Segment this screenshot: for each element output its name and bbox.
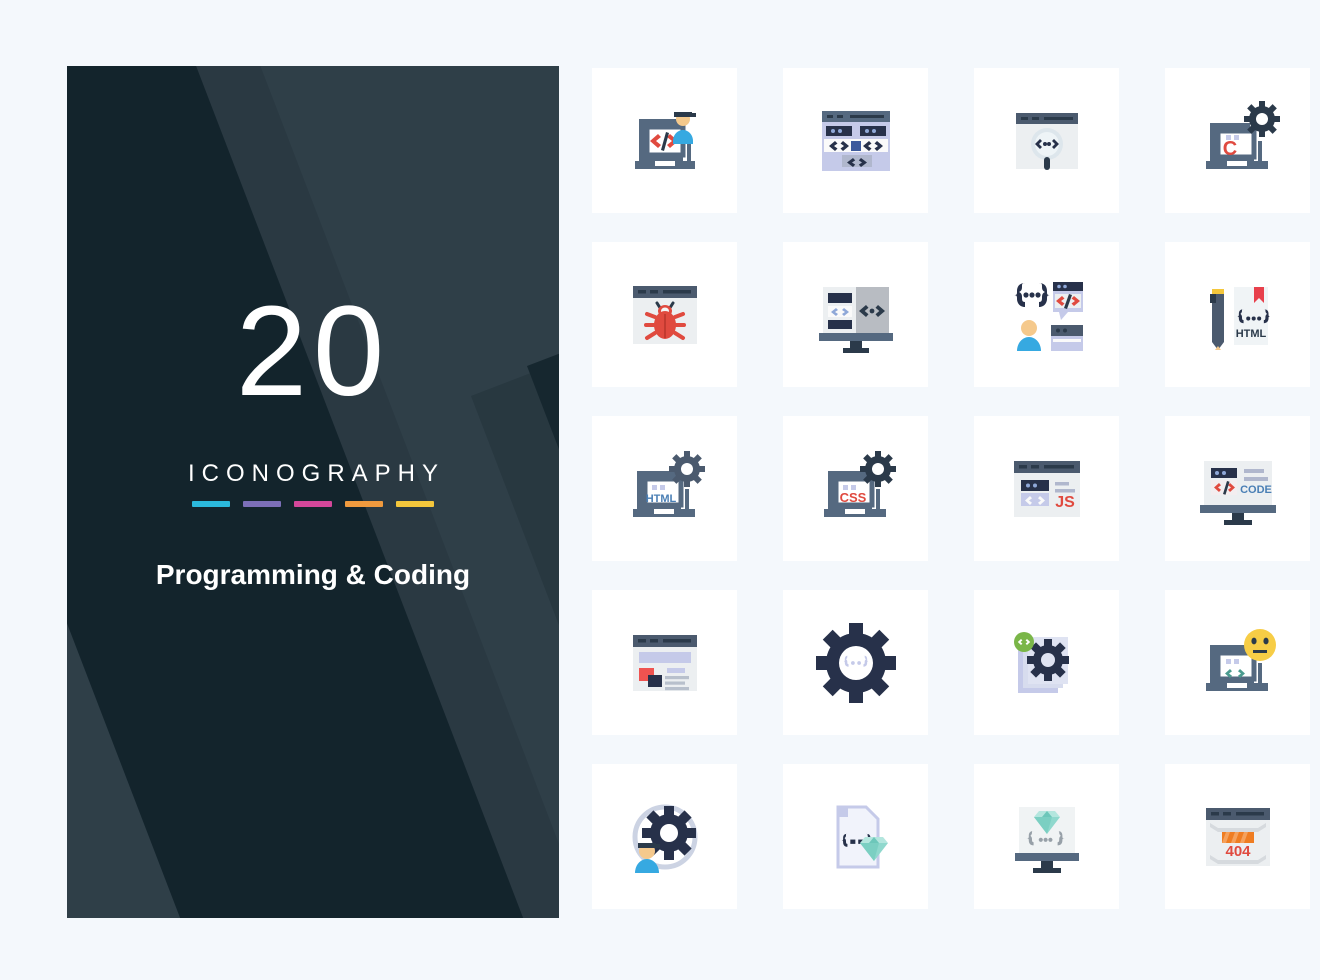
developer-code-chat-icon [999, 267, 1095, 363]
icon-card-17[interactable] [592, 764, 737, 909]
browser-404-error-icon: 404 [1190, 789, 1286, 885]
icon-card-16[interactable] [1165, 590, 1310, 735]
icon-card-18[interactable] [783, 764, 928, 909]
icon-text-c: C [1222, 138, 1236, 160]
laptop-code-student-icon [617, 93, 713, 189]
icon-grid: C HTML HTML CSS JS CODE 404 [592, 68, 1310, 909]
icon-text-js: JS [1055, 494, 1075, 511]
developer-gear-icon [617, 789, 713, 885]
accent-bar-cyan [192, 501, 230, 507]
accent-bar-purple [243, 501, 281, 507]
laptop-code-emoji-icon [1190, 615, 1286, 711]
icon-card-19[interactable] [974, 764, 1119, 909]
icon-card-9[interactable]: HTML [592, 416, 737, 561]
accent-bar-group [192, 501, 434, 507]
gear-code-icon [808, 615, 904, 711]
icon-card-1[interactable] [592, 68, 737, 213]
accent-bar-magenta [294, 501, 332, 507]
iconography-label: ICONOGRAPHY [187, 460, 446, 487]
browser-code-search-icon [999, 93, 1095, 189]
icon-card-6[interactable] [783, 242, 928, 387]
icon-text-404: 404 [1225, 843, 1251, 860]
icon-text-code: CODE [1240, 484, 1272, 496]
poster-page: 20 ICONOGRAPHY Programming & Coding C HT… [0, 0, 1320, 980]
browser-code-blocks-icon [808, 93, 904, 189]
icon-text-css: CSS [839, 490, 866, 505]
icon-card-15[interactable] [974, 590, 1119, 735]
icon-card-4[interactable]: C [1165, 68, 1310, 213]
accent-bar-yellow [396, 501, 434, 507]
icon-card-5[interactable] [592, 242, 737, 387]
monitor-code-split-icon [808, 267, 904, 363]
icon-text-html: HTML [645, 493, 676, 505]
icon-card-10[interactable]: CSS [783, 416, 928, 561]
monitor-code-screen-icon: CODE [1190, 441, 1286, 537]
accent-bar-orange [345, 501, 383, 507]
icon-card-3[interactable] [974, 68, 1119, 213]
icon-card-13[interactable] [592, 590, 737, 735]
laptop-html-gear-icon: HTML [617, 441, 713, 537]
documents-gear-icon [999, 615, 1095, 711]
icon-card-11[interactable]: JS [974, 416, 1119, 561]
icon-card-8[interactable]: HTML [1165, 242, 1310, 387]
icon-card-14[interactable] [783, 590, 928, 735]
browser-webpage-layout-icon [617, 615, 713, 711]
cover-subtitle: Programming & Coding [155, 559, 471, 590]
browser-js-icon: JS [999, 441, 1095, 537]
icon-count: 20 [235, 280, 391, 423]
laptop-c-language-gear-icon: C [1190, 93, 1286, 189]
icon-card-20[interactable]: 404 [1165, 764, 1310, 909]
monitor-diamond-code-icon [999, 789, 1095, 885]
icon-text-html-doc: HTML [1235, 328, 1266, 340]
pencil-html-document-icon: HTML [1190, 267, 1286, 363]
laptop-css-gear-icon: CSS [808, 441, 904, 537]
cover-panel: 20 ICONOGRAPHY Programming & Coding [67, 66, 559, 918]
icon-card-12[interactable]: CODE [1165, 416, 1310, 561]
document-code-diamond-icon [808, 789, 904, 885]
browser-bug-icon [617, 267, 713, 363]
icon-card-7[interactable] [974, 242, 1119, 387]
icon-card-2[interactable] [783, 68, 928, 213]
